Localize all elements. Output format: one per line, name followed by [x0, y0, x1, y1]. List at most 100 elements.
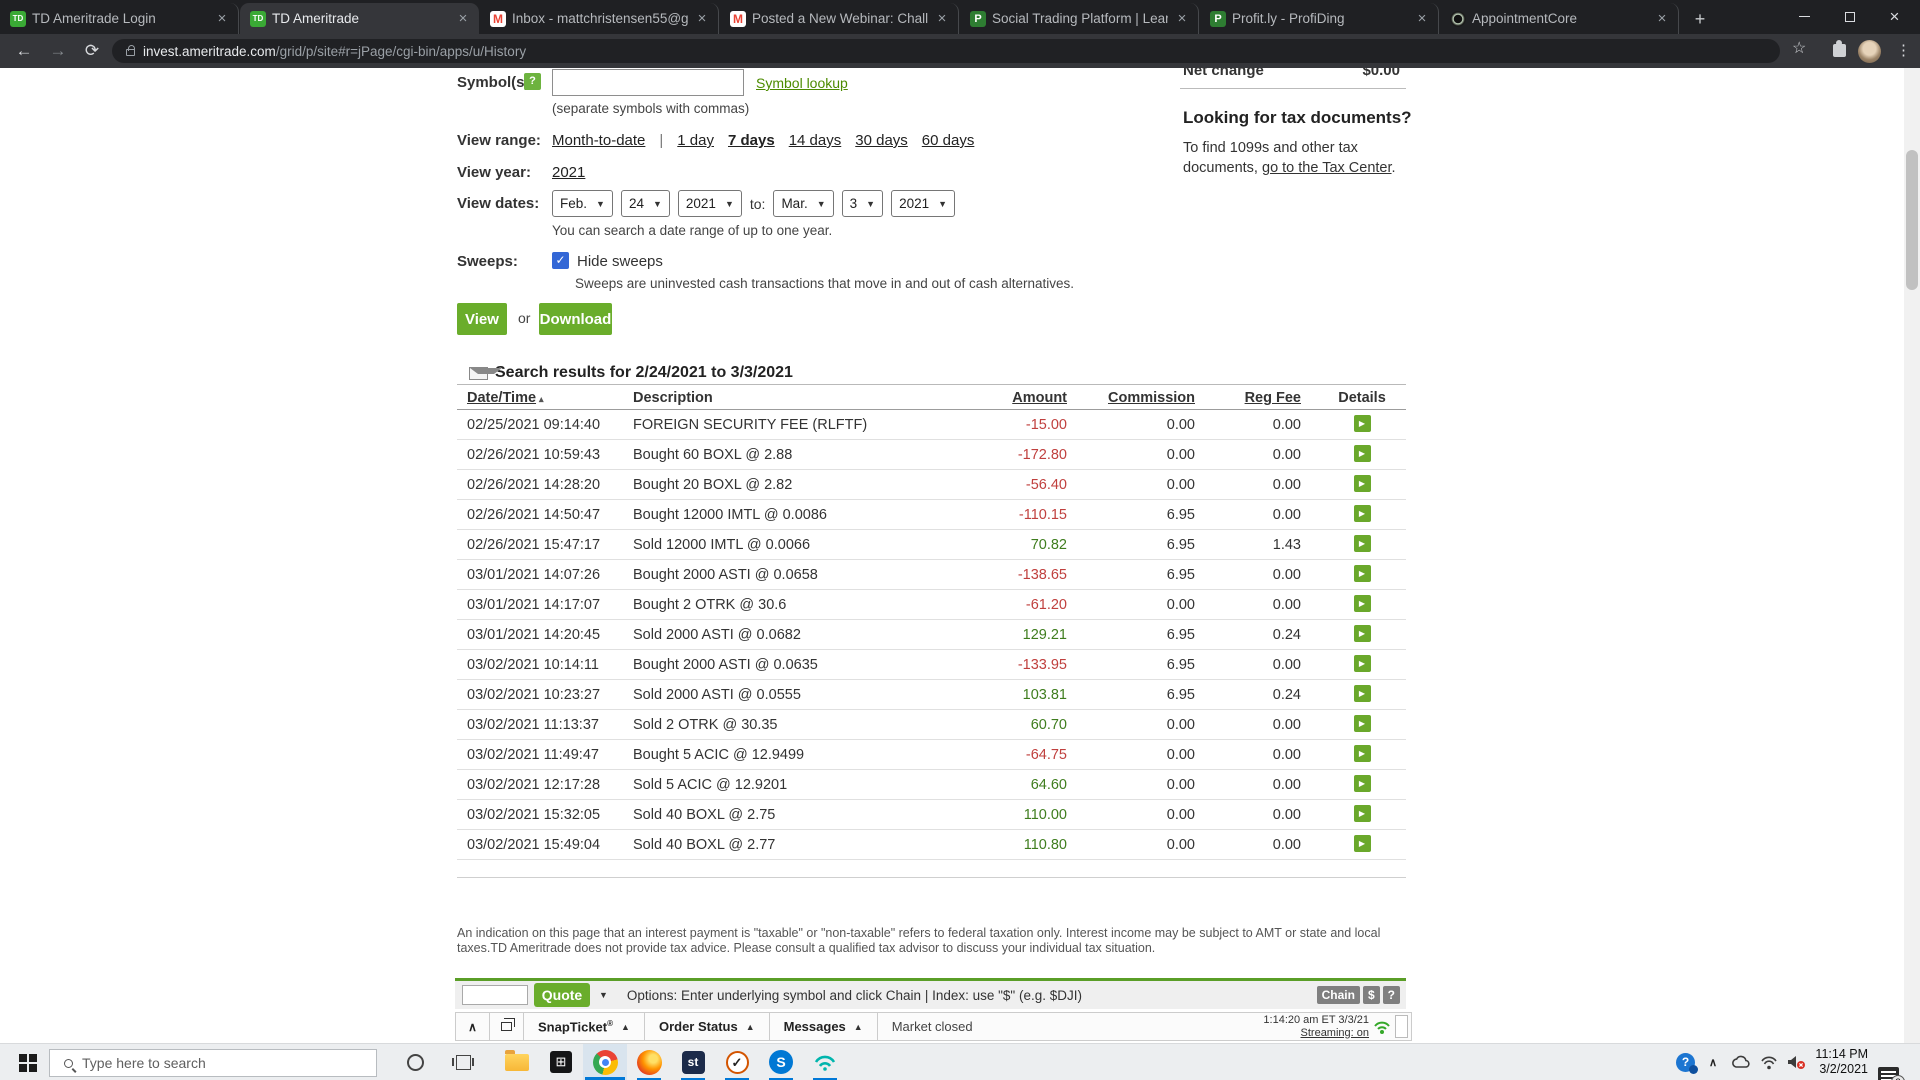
cortana-icon[interactable]	[407, 1054, 424, 1071]
browser-tab[interactable]: MPosted a New Webinar: Challeng×	[720, 3, 959, 34]
new-tab-button[interactable]: +	[1688, 8, 1712, 32]
quote-symbol-input[interactable]	[462, 985, 528, 1005]
browser-tab[interactable]: MInbox - mattchristensen55@gma×	[480, 3, 719, 34]
chain-button[interactable]: Chain	[1317, 986, 1360, 1004]
window-close-button[interactable]: ×	[1872, 0, 1917, 33]
scrollbar-thumb[interactable]	[1906, 150, 1918, 290]
messages-tab[interactable]: Messages▲	[770, 1013, 878, 1040]
details-button[interactable]: ▶	[1354, 655, 1371, 672]
speedtest-taskbar-icon[interactable]	[803, 1044, 847, 1080]
details-button[interactable]: ▶	[1354, 535, 1371, 552]
tab-close-icon[interactable]: ×	[1174, 10, 1190, 27]
browser-tab[interactable]: TDTD Ameritrade Login×	[0, 3, 239, 34]
details-button[interactable]: ▶	[1354, 475, 1371, 492]
firefox-taskbar-icon[interactable]	[627, 1044, 671, 1080]
browser-tab[interactable]: PSocial Trading Platform | Learn to×	[960, 3, 1199, 34]
details-button[interactable]: ▶	[1354, 595, 1371, 612]
date-from-select[interactable]: 24▼	[621, 190, 670, 217]
help-button[interactable]: ?	[1383, 986, 1400, 1004]
details-button[interactable]: ▶	[1354, 505, 1371, 522]
hidden-icons-chevron[interactable]: ∧	[1703, 1056, 1723, 1069]
download-button[interactable]: Download	[539, 303, 612, 335]
details-button[interactable]: ▶	[1354, 445, 1371, 462]
view-year-link[interactable]: 2021	[552, 164, 585, 181]
reload-button[interactable]: ⟳	[78, 38, 106, 64]
tab-close-icon[interactable]: ×	[1654, 10, 1670, 27]
tab-close-icon[interactable]: ×	[694, 10, 710, 27]
column-header-regfee[interactable]: Reg Fee	[1245, 385, 1301, 411]
tab-close-icon[interactable]: ×	[214, 10, 230, 27]
browser-menu-icon[interactable]: ⋮	[1896, 38, 1911, 64]
volume-muted-icon[interactable]	[1787, 1054, 1807, 1070]
details-button[interactable]: ▶	[1354, 745, 1371, 762]
view-range-link[interactable]: 30 days	[855, 132, 908, 149]
page-scrollbar[interactable]	[1904, 68, 1920, 1043]
file-explorer-taskbar-icon[interactable]	[495, 1044, 539, 1080]
details-button[interactable]: ▶	[1354, 565, 1371, 582]
profile-avatar[interactable]	[1858, 40, 1881, 63]
order-status-tab[interactable]: Order Status▲	[645, 1013, 770, 1040]
snapticket-tab[interactable]: SnapTicket®▲	[524, 1013, 645, 1040]
browser-tab[interactable]: TDTD Ameritrade×	[240, 3, 479, 34]
snapticket-popout-icon[interactable]	[490, 1013, 524, 1040]
window-minimize-button[interactable]	[1782, 0, 1827, 33]
date-to-select[interactable]: Mar.▼	[773, 190, 833, 217]
skype-taskbar-icon[interactable]: S	[759, 1044, 803, 1080]
todo-check-taskbar-icon[interactable]: ✓	[715, 1044, 759, 1080]
date-to-select[interactable]: 3▼	[842, 190, 883, 217]
symbol-lookup-link[interactable]: Symbol lookup	[756, 75, 848, 91]
details-button[interactable]: ▶	[1354, 835, 1371, 852]
dollar-button[interactable]: $	[1363, 986, 1380, 1004]
view-range-link[interactable]: 14 days	[789, 132, 842, 149]
date-from-select[interactable]: Feb.▼	[552, 190, 613, 217]
taskbar-clock[interactable]: 11:14 PM 3/2/2021	[1812, 1047, 1868, 1077]
details-button[interactable]: ▶	[1354, 415, 1371, 432]
quote-button[interactable]: Quote	[534, 983, 590, 1007]
details-button[interactable]: ▶	[1354, 625, 1371, 642]
browser-tab[interactable]: PProfit.ly - ProfiDing×	[1200, 3, 1439, 34]
ms-store-taskbar-icon[interactable]: ⊞	[539, 1044, 583, 1080]
address-bar[interactable]: invest.ameritrade.com/grid/p/site#r=jPag…	[112, 39, 1780, 63]
quote-dropdown-icon[interactable]: ▼	[599, 990, 608, 1000]
stocktwits-taskbar-icon[interactable]: st	[671, 1044, 715, 1080]
help-tray-icon[interactable]: ?	[1676, 1053, 1695, 1072]
forward-button[interactable]: →	[44, 38, 72, 64]
chrome-taskbar-icon[interactable]	[583, 1044, 627, 1080]
hide-sweeps-checkbox[interactable]: ✓	[552, 252, 569, 269]
details-button[interactable]: ▶	[1354, 685, 1371, 702]
browser-tab[interactable]: AppointmentCore×	[1440, 3, 1679, 34]
help-icon[interactable]: ?	[524, 73, 541, 90]
extensions-icon[interactable]	[1833, 44, 1846, 57]
column-header-amount[interactable]: Amount	[1012, 385, 1067, 411]
task-view-icon[interactable]	[456, 1055, 471, 1070]
snapticket-scrollbar[interactable]	[1395, 1015, 1408, 1038]
start-button[interactable]	[10, 1053, 46, 1073]
tab-close-icon[interactable]: ×	[1414, 10, 1430, 27]
tax-center-link[interactable]: go to the Tax Center	[1262, 160, 1392, 176]
column-header-commission[interactable]: Commission	[1108, 385, 1195, 411]
date-from-select[interactable]: 2021▼	[678, 190, 742, 217]
details-button[interactable]: ▶	[1354, 805, 1371, 822]
view-range-link[interactable]: 60 days	[922, 132, 975, 149]
date-to-select[interactable]: 2021▼	[891, 190, 955, 217]
symbols-input[interactable]	[552, 69, 744, 96]
notification-center-icon[interactable]: 2	[1878, 1067, 1899, 1080]
taskbar-search[interactable]: Type here to search	[49, 1049, 377, 1077]
details-button[interactable]: ▶	[1354, 775, 1371, 792]
window-restore-button[interactable]	[1827, 0, 1872, 33]
hide-sweeps-label[interactable]: Hide sweeps	[577, 253, 663, 270]
back-button[interactable]: ←	[10, 38, 38, 64]
column-header-datetime[interactable]: Date/Time▴	[467, 385, 544, 412]
view-range-link[interactable]: 1 day	[677, 132, 714, 149]
envelope-icon[interactable]	[469, 367, 488, 380]
view-button[interactable]: View	[457, 303, 507, 335]
snapticket-collapse-icon[interactable]: ∧	[456, 1013, 490, 1040]
streaming-toggle[interactable]: Streaming: on	[1301, 1027, 1369, 1039]
tab-close-icon[interactable]: ×	[455, 10, 471, 27]
details-button[interactable]: ▶	[1354, 715, 1371, 732]
network-signal-icon[interactable]	[1759, 1055, 1779, 1070]
view-range-link[interactable]: Month-to-date	[552, 132, 645, 149]
tab-close-icon[interactable]: ×	[934, 10, 950, 27]
bookmark-star-icon[interactable]: ☆	[1792, 38, 1806, 58]
view-range-link[interactable]: 7 days	[728, 132, 775, 149]
